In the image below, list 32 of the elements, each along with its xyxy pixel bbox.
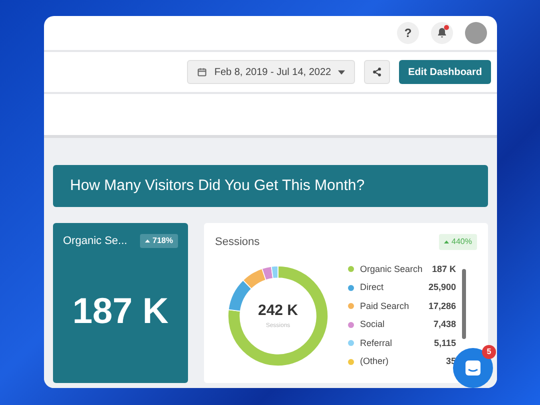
caret-icon — [338, 70, 346, 74]
change-badge: 718% — [140, 234, 178, 248]
chat-icon — [464, 359, 482, 377]
legend-label: Social — [360, 318, 386, 331]
avatar[interactable] — [465, 22, 487, 44]
change-badge: 440% — [438, 234, 477, 250]
legend-value: 7,438 — [433, 318, 456, 331]
up-triangle-icon — [144, 239, 150, 244]
legend-label: Direct — [360, 281, 385, 294]
banner-title: How Many Visitors Did You Get This Month? — [70, 176, 365, 196]
legend-label: Referral — [360, 336, 394, 350]
legend-value: 17,286 — [428, 300, 456, 312]
date-range-picker[interactable]: Feb 8, 2019 - Jul 14, 2022 — [187, 60, 356, 84]
calendar-icon — [197, 67, 208, 77]
legend-label: Organic Search — [360, 262, 424, 276]
share-button[interactable] — [364, 60, 390, 84]
help-button[interactable]: ? — [397, 22, 419, 44]
legend-label: Paid Search — [360, 300, 410, 312]
legend-value: 5,115 — [434, 336, 456, 350]
scrollbar[interactable] — [462, 268, 466, 338]
bell-icon — [436, 27, 448, 39]
total-value: 242 K — [258, 300, 298, 321]
legend-value: 187 K — [432, 262, 456, 276]
notifications-button[interactable] — [431, 22, 453, 44]
kpi-title: Organic Se... — [63, 234, 128, 249]
legend-value: 25,900 — [428, 281, 456, 294]
up-triangle-icon — [444, 240, 449, 244]
legend-label: (Other) — [360, 355, 390, 368]
edit-dashboard-button[interactable]: Edit Dashboard — [399, 60, 491, 84]
card-title: Sessions — [215, 235, 260, 250]
share-icon — [372, 67, 382, 77]
kpi-value: 187 K — [71, 289, 170, 334]
